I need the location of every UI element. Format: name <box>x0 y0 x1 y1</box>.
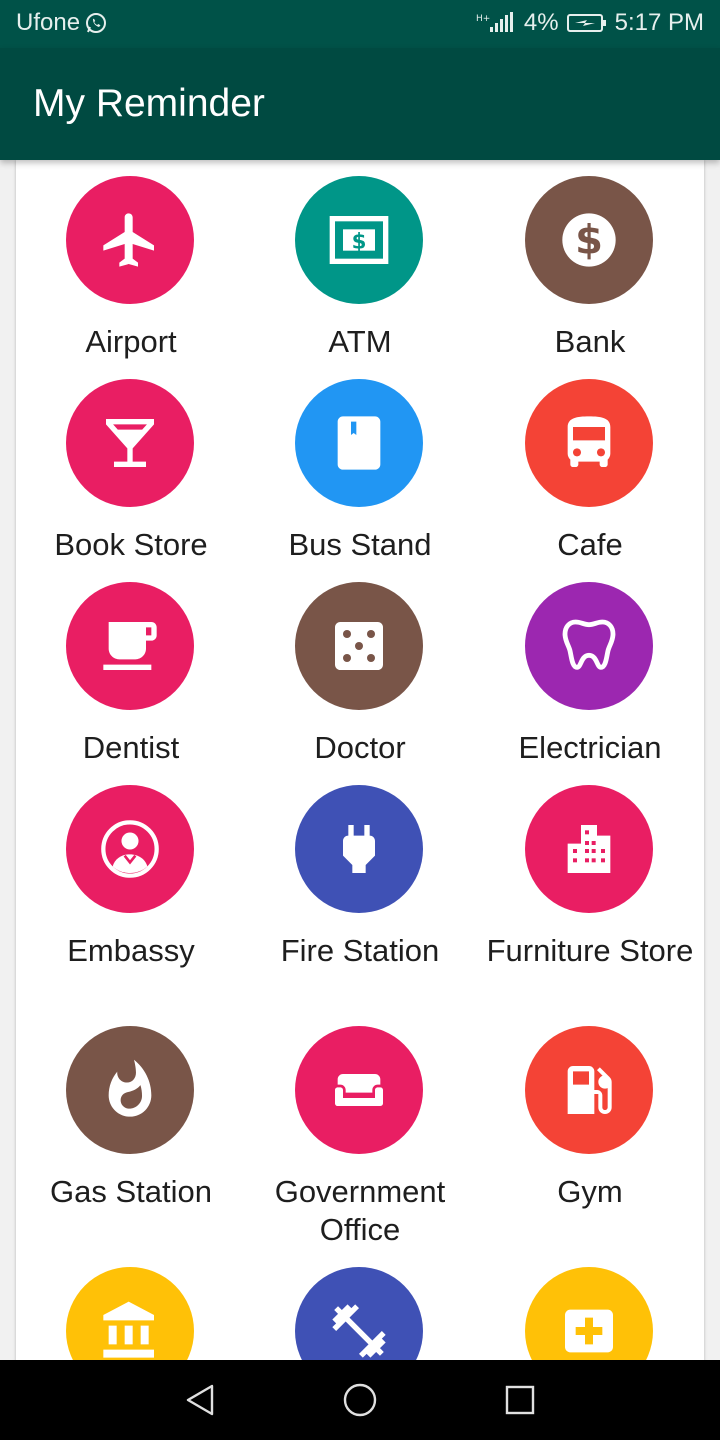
sofa-icon <box>295 1026 423 1154</box>
book-icon <box>295 379 423 507</box>
category-label: Bank <box>554 324 626 359</box>
back-triangle-icon <box>186 1384 214 1416</box>
bank-building-icon <box>66 1267 194 1360</box>
status-left: Ufone <box>16 9 108 37</box>
flame-icon <box>66 1026 194 1154</box>
category-label: Electrician <box>518 730 662 765</box>
category-label: Dentist <box>82 730 180 765</box>
category-card: Airport $ ATM $ Bank Book Store Bus Stan… <box>16 160 704 1360</box>
status-bar: Ufone H+ 4% 5:17 PM <box>0 0 720 48</box>
home-circle-icon <box>343 1383 377 1417</box>
svg-text:$: $ <box>352 230 367 255</box>
category-label: Airport <box>85 324 177 359</box>
category-label: Embassy <box>67 933 195 968</box>
clock: 5:17 PM <box>614 9 704 36</box>
battery-charging-icon <box>566 12 607 34</box>
category-label: Doctor <box>314 730 406 765</box>
category-label: Government Office <box>274 1174 446 1247</box>
app-bar: My Reminder <box>0 48 720 160</box>
signal-icon: H+ <box>476 11 516 35</box>
recents-square-icon <box>505 1385 535 1415</box>
category-label: Gym <box>557 1174 623 1209</box>
airplane-icon <box>66 176 194 304</box>
svg-text:H+: H+ <box>476 14 490 24</box>
recents-button[interactable] <box>500 1380 540 1420</box>
system-nav-bar <box>0 1360 720 1440</box>
category-label: Fire Station <box>280 933 440 968</box>
atm-icon: $ <box>295 176 423 304</box>
plug-icon <box>295 785 423 913</box>
battery-percent: 4% <box>523 9 559 36</box>
fuel-pump-icon <box>525 1026 653 1154</box>
whatsapp-icon <box>84 11 108 35</box>
category-label: ATM <box>328 324 392 359</box>
dice-icon <box>295 582 423 710</box>
category-label: Book Store <box>54 527 208 562</box>
bus-icon <box>525 379 653 507</box>
coffee-cup-icon <box>66 582 194 710</box>
app-title: My Reminder <box>33 82 265 125</box>
category-label: Cafe <box>557 527 623 562</box>
home-button[interactable] <box>340 1380 380 1420</box>
cocktail-icon <box>66 379 194 507</box>
category-label: Gas Station <box>50 1174 212 1209</box>
doctor-avatar-icon <box>66 785 194 913</box>
first-aid-icon <box>525 1267 653 1360</box>
carrier-name: Ufone <box>16 9 81 36</box>
status-right: H+ 4% 5:17 PM <box>476 9 704 37</box>
dollar-icon: $ <box>525 176 653 304</box>
back-button[interactable] <box>180 1380 220 1420</box>
category-label: Furniture Store <box>486 933 694 968</box>
category-label: Bus Stand <box>288 527 432 562</box>
dumbbell-icon <box>295 1267 423 1360</box>
tooth-icon <box>525 582 653 710</box>
svg-text:$: $ <box>575 217 603 263</box>
category-grid-scroll[interactable]: Airport $ ATM $ Bank Book Store Bus Stan… <box>0 160 720 1360</box>
building-icon <box>525 785 653 913</box>
